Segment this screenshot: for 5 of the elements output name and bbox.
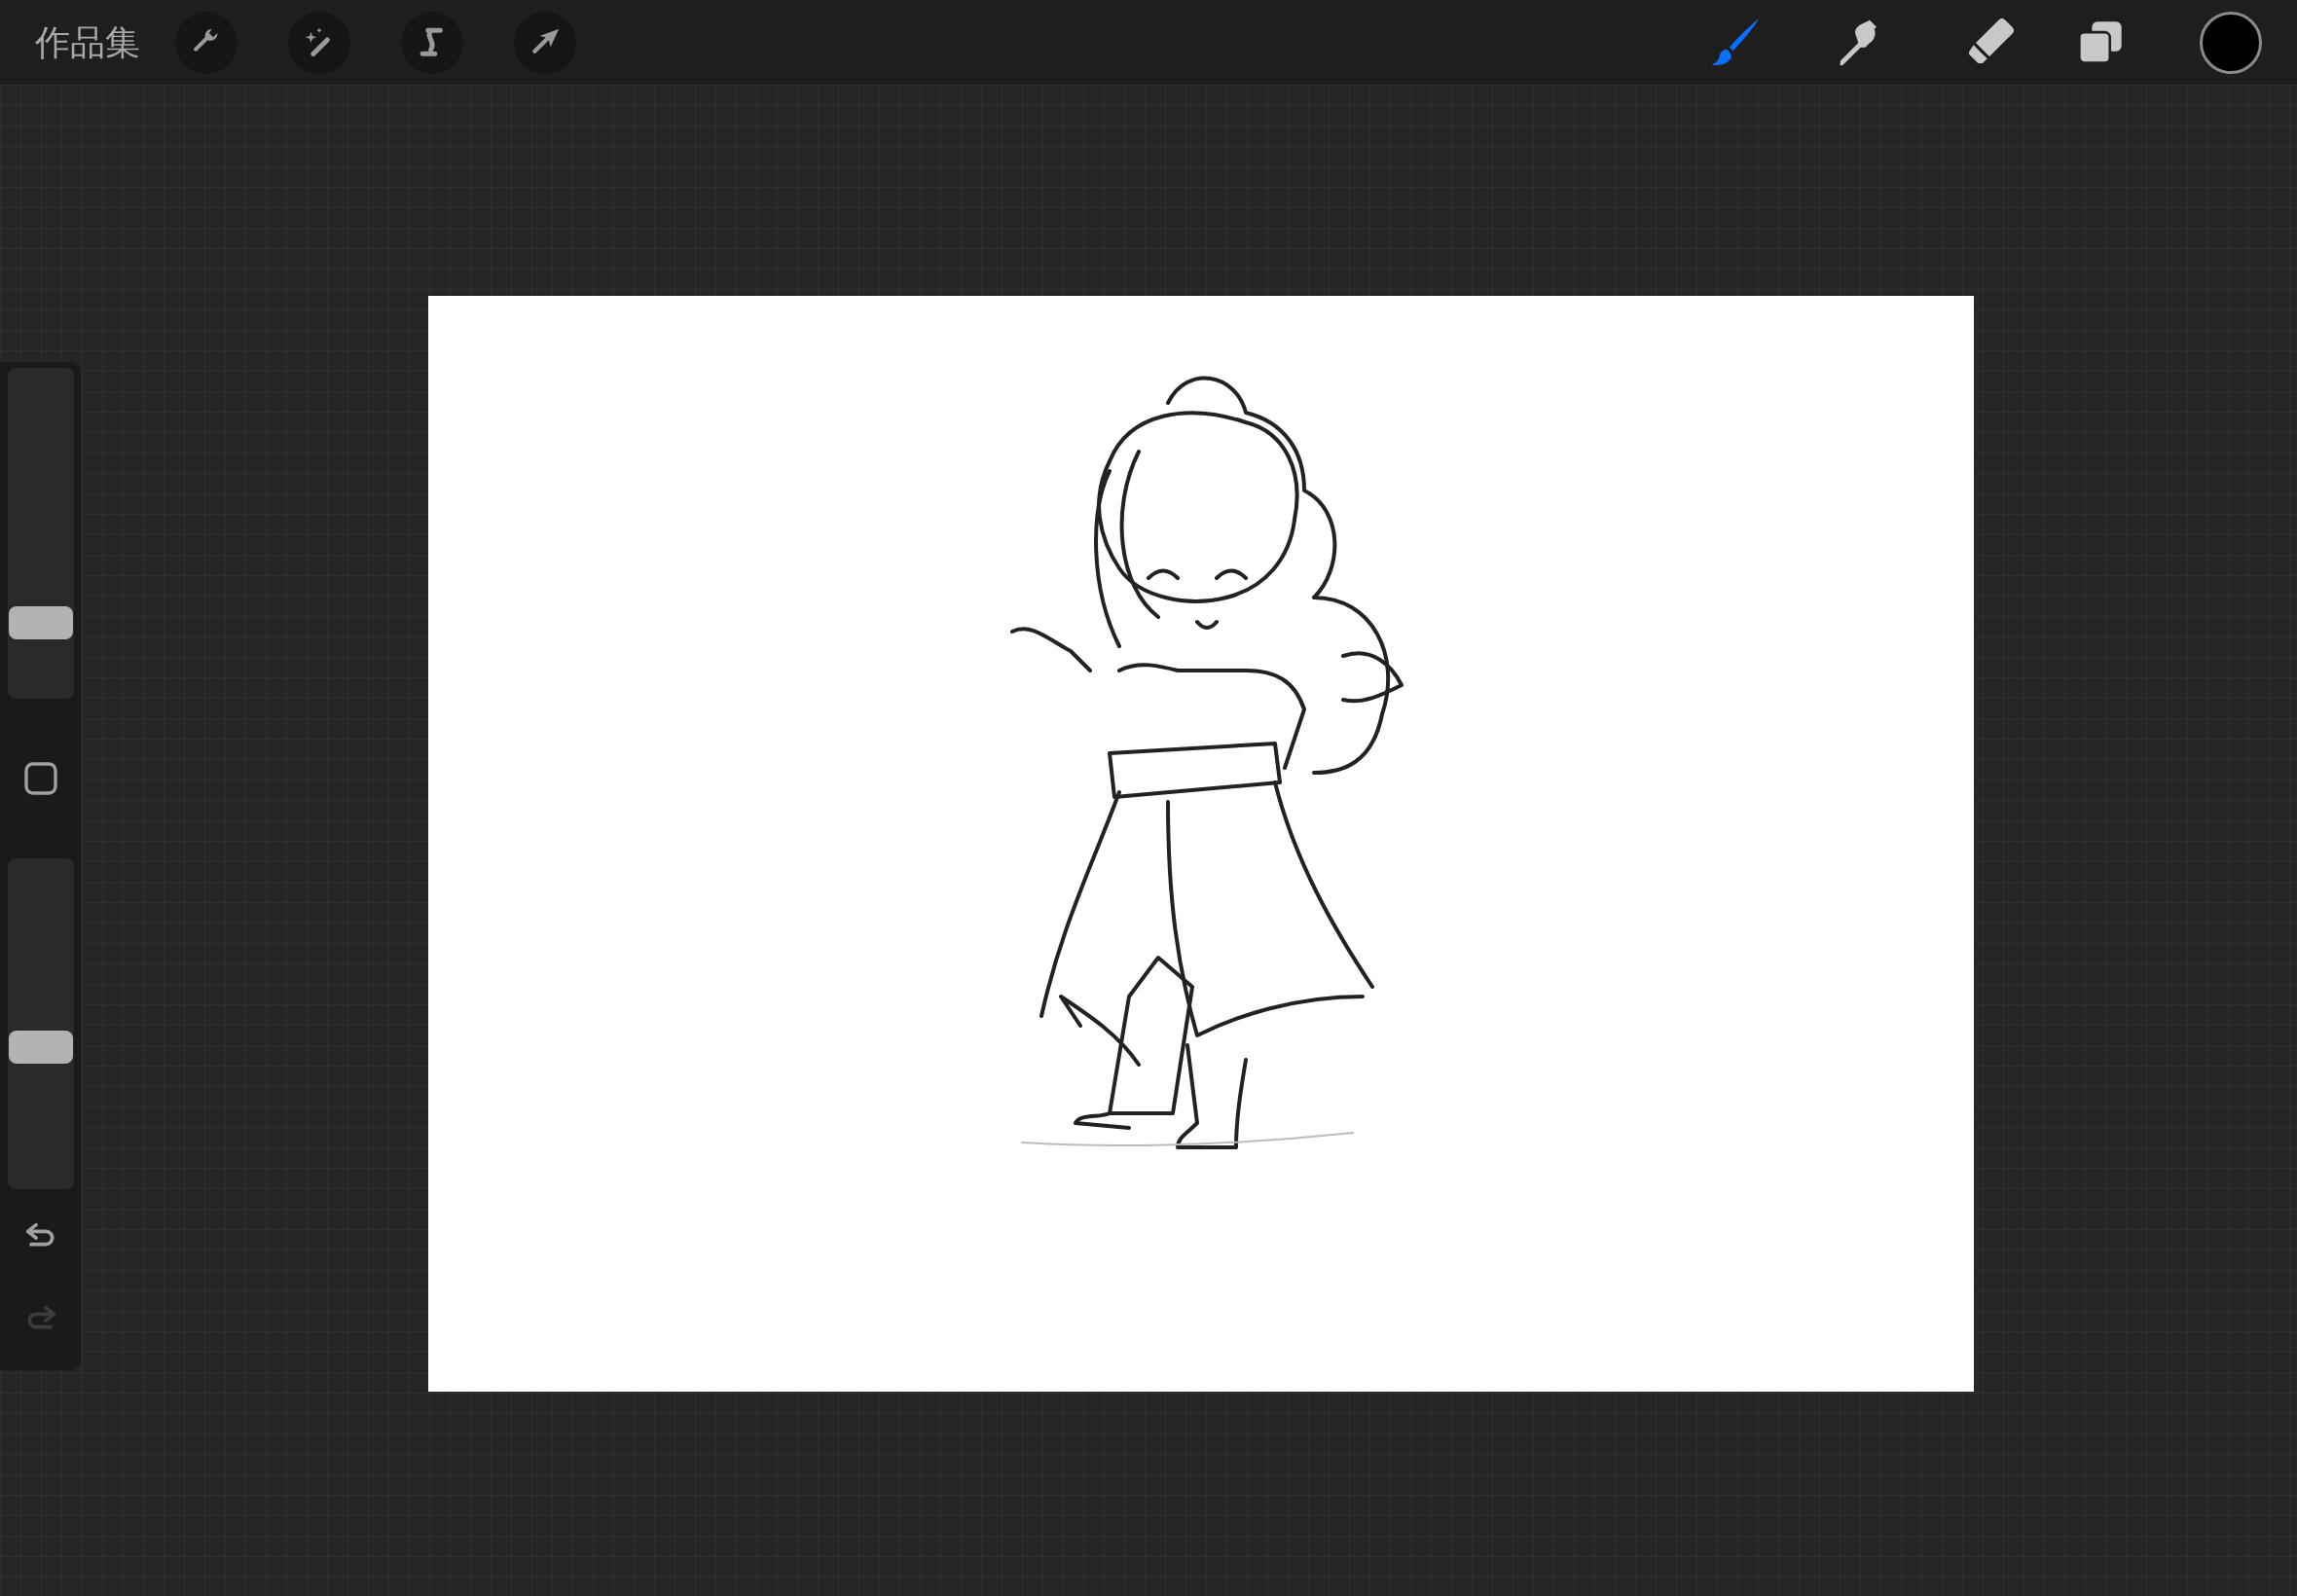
slider-thumb[interactable]: [8, 1031, 73, 1065]
opacity-slider[interactable]: [7, 858, 74, 1189]
brush-size-slider[interactable]: [7, 368, 74, 699]
gallery-button[interactable]: 作品集: [35, 16, 140, 69]
slider-thumb[interactable]: [8, 605, 73, 639]
